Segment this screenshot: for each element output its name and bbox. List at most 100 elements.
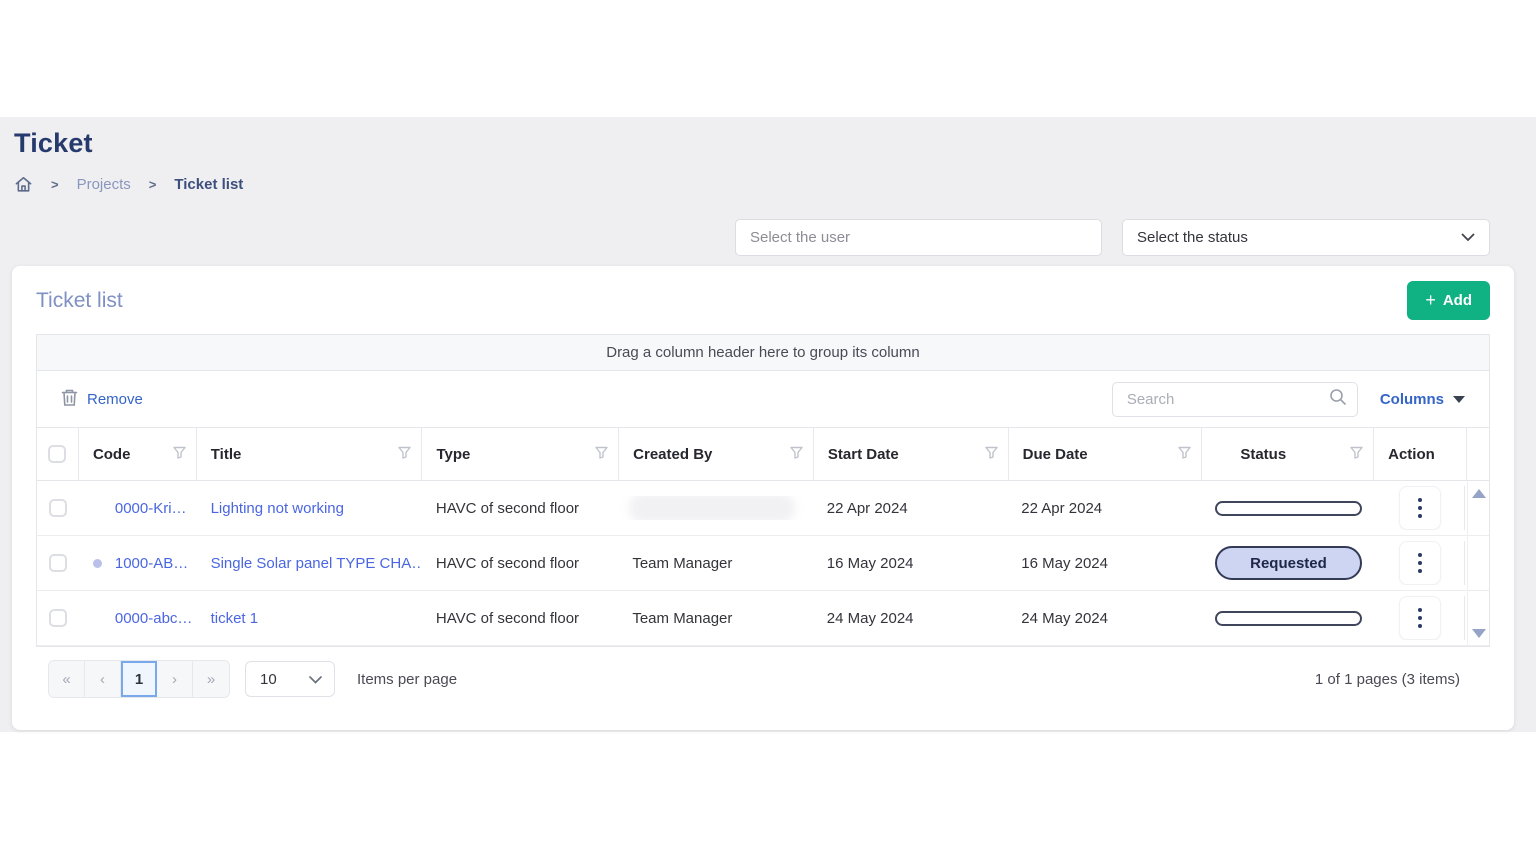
home-icon[interactable] [14,175,33,194]
kebab-menu-icon[interactable] [1399,541,1441,585]
header-start-date[interactable]: Start Date [814,428,1009,480]
title-link[interactable]: Single Solar panel TYPE CHA… [211,555,422,572]
due-date-cell: 16 May 2024 [1007,555,1200,572]
add-button-label: Add [1443,292,1472,309]
table-row[interactable]: 0000-abc… ticket 1 HAVC of second floor … [37,591,1489,646]
start-date-cell: 16 May 2024 [813,555,1007,572]
search-icon[interactable] [1329,388,1347,411]
vertical-scrollbar[interactable] [1467,481,1489,646]
created-by-cell [618,496,812,520]
header-select-all [37,428,79,480]
code-link[interactable]: 1000-AB… [115,555,188,572]
filter-icon[interactable] [1350,446,1363,463]
card-header: Ticket list + Add [12,266,1514,334]
items-per-page-label: Items per page [357,671,457,688]
status-empty-pill [1215,611,1362,626]
next-page-button[interactable]: › [157,661,193,697]
action-cell [1372,596,1465,640]
row-checkbox[interactable] [49,499,67,517]
filter-icon[interactable] [790,446,803,463]
header-due-date[interactable]: Due Date [1009,428,1203,480]
header-created-by[interactable]: Created By [619,428,814,480]
remove-button[interactable]: Remove [61,388,143,411]
title-cell: ticket 1 [197,610,422,627]
group-panel[interactable]: Drag a column header here to group its c… [37,335,1489,371]
card-title: Ticket list [36,289,123,313]
breadcrumb-projects[interactable]: Projects [77,176,131,193]
remove-button-label: Remove [87,391,143,408]
header-status[interactable]: Status [1202,428,1374,480]
type-cell: HAVC of second floor [422,555,618,572]
current-page-button[interactable]: 1 [121,661,157,697]
type-cell: HAVC of second floor [422,500,618,517]
page-size-value: 10 [260,671,277,688]
columns-chooser-button[interactable]: Columns [1380,391,1465,408]
search-input[interactable] [1127,391,1329,408]
row-status-dot [93,559,115,568]
filter-icon[interactable] [1178,446,1191,463]
created-by-cell: Team Manager [618,610,812,627]
title-cell: Single Solar panel TYPE CHA… [197,555,422,572]
breadcrumb-ticket-list: Ticket list [174,176,243,193]
header-title[interactable]: Title [197,428,423,480]
header-code-label: Code [93,446,173,463]
filter-icon[interactable] [985,446,998,463]
header-type-label: Type [436,446,595,463]
ticket-list-card: Ticket list + Add Drag a column header h… [12,266,1514,730]
select-user-input[interactable] [735,219,1102,256]
scroll-up-icon[interactable] [1472,489,1486,498]
start-date-cell: 24 May 2024 [813,610,1007,627]
select-status-value: Select the status [1137,229,1248,246]
table-row[interactable]: 0000-Kri… Lighting not working HAVC of s… [37,481,1489,536]
scroll-down-icon[interactable] [1472,629,1486,638]
row-checkbox-cell [37,554,79,572]
page-size-select[interactable]: 10 [245,661,335,697]
title-link[interactable]: ticket 1 [211,610,259,627]
add-button[interactable]: + Add [1407,281,1490,320]
breadcrumb-separator: > [143,177,163,192]
header-status-label: Status [1240,446,1350,463]
table-header-row: Code Title Type Created By Start Date Du… [37,428,1489,481]
kebab-menu-icon[interactable] [1399,486,1441,530]
last-page-button[interactable]: » [193,661,229,697]
row-checkbox[interactable] [49,609,67,627]
status-empty-pill [1215,501,1362,516]
select-status-dropdown[interactable]: Select the status [1122,219,1490,256]
chevron-down-icon [309,671,322,688]
kebab-menu-icon[interactable] [1399,596,1441,640]
code-link[interactable]: 0000-abc… [115,610,193,627]
prev-page-button[interactable]: ‹ [85,661,121,697]
row-checkbox[interactable] [49,554,67,572]
header-title-label: Title [211,446,399,463]
code-link[interactable]: 0000-Kri… [115,500,187,517]
group-panel-hint: Drag a column header here to group its c… [606,344,920,361]
redacted-created-by [632,496,792,520]
created-by-cell: Team Manager [618,555,812,572]
select-all-checkbox[interactable] [48,445,66,463]
code-cell: 0000-Kri… [79,500,197,517]
type-cell: HAVC of second floor [422,610,618,627]
search-box [1112,382,1358,417]
row-checkbox-cell [37,609,79,627]
filter-icon[interactable] [595,446,608,463]
header-action-label: Action [1388,446,1456,463]
status-cell [1201,501,1373,516]
data-grid: Drag a column header here to group its c… [36,334,1490,647]
title-cell: Lighting not working [197,500,422,517]
page-title: Ticket [14,128,93,159]
filter-icon[interactable] [398,446,411,463]
filter-icon[interactable] [173,446,186,463]
first-page-button[interactable]: « [49,661,85,697]
table-row[interactable]: 1000-AB… Single Solar panel TYPE CHA… HA… [37,536,1489,591]
breadcrumb: > Projects > Ticket list [14,175,243,194]
header-code[interactable]: Code [79,428,197,480]
columns-button-label: Columns [1380,391,1444,408]
title-link[interactable]: Lighting not working [211,500,344,517]
header-created-by-label: Created By [633,446,790,463]
due-date-cell: 24 May 2024 [1007,610,1200,627]
header-start-date-label: Start Date [828,446,985,463]
code-cell: 0000-abc… [79,610,197,627]
header-type[interactable]: Type [422,428,619,480]
action-cell [1372,486,1465,530]
header-due-date-label: Due Date [1023,446,1179,463]
